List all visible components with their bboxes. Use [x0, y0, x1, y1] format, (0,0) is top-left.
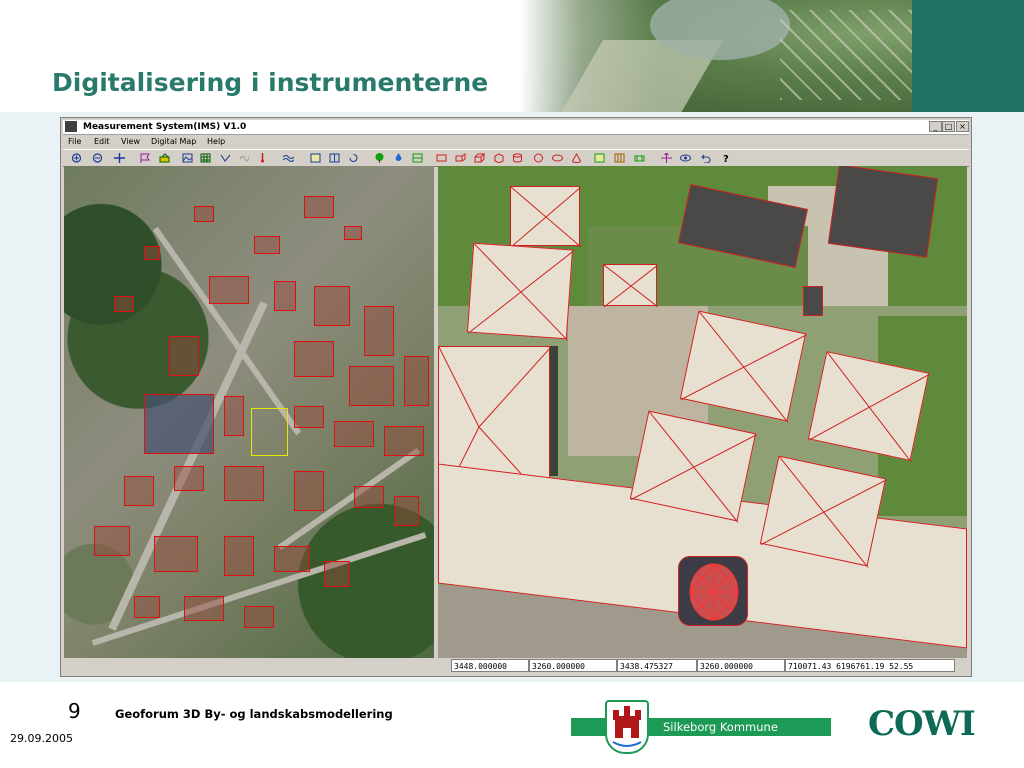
status-world-coordinates: 710071.43 6196761.19 52.55 — [785, 659, 955, 672]
toolbar: ? — [63, 149, 969, 167]
marker-icon[interactable] — [257, 153, 268, 163]
slide-title: Digitalisering i instrumenterne — [52, 68, 489, 97]
pyramid-roof — [466, 242, 574, 341]
menu-view[interactable]: View — [121, 135, 140, 148]
app-icon — [65, 121, 77, 132]
box-icon[interactable] — [455, 153, 466, 163]
kommune-name: Silkeborg Kommune — [663, 720, 778, 734]
wave-icon[interactable] — [283, 153, 294, 163]
menubar: File Edit View Digital Map Help — [63, 135, 969, 148]
box3d-icon[interactable] — [474, 153, 485, 163]
flag-icon[interactable] — [140, 153, 151, 163]
svg-text:?: ? — [723, 154, 729, 163]
menu-edit[interactable]: Edit — [94, 135, 110, 148]
status-left-y: 3260.000000 — [529, 659, 617, 672]
building-roof-dark — [827, 166, 939, 258]
rectangle-icon[interactable] — [436, 153, 447, 163]
menu-digital-map[interactable]: Digital Map — [151, 135, 196, 148]
silkeborg-kommune-logo: Silkeborg Kommune — [571, 700, 831, 754]
layer-icon[interactable] — [159, 153, 170, 163]
maximize-button[interactable]: □ — [942, 121, 955, 132]
image-icon[interactable] — [182, 153, 193, 163]
overview-aerial-map[interactable] — [64, 166, 434, 658]
detail-aerial-map[interactable] — [438, 166, 967, 658]
pyramid-roof — [510, 186, 581, 247]
status-bar: 3448.000000 3260.000000 3438.475327 3260… — [63, 659, 969, 673]
page-number: 9 — [68, 699, 81, 723]
ellipse-icon[interactable] — [552, 153, 563, 163]
coat-of-arms-icon — [605, 700, 649, 754]
wall-icon[interactable] — [634, 153, 645, 163]
cone-icon[interactable] — [571, 153, 582, 163]
grid-icon[interactable] — [200, 153, 211, 163]
undo-icon[interactable] — [700, 153, 711, 163]
polyline-icon[interactable] — [220, 153, 231, 163]
footer-date: 29.09.2005 — [10, 732, 73, 745]
minimize-button[interactable]: _ — [929, 121, 942, 132]
ims-application-window: Measurement System(IMS) V1.0 _ □ × File … — [60, 117, 972, 677]
pan-icon[interactable] — [114, 153, 125, 163]
rotate-icon[interactable] — [348, 153, 359, 163]
plane-icon[interactable] — [594, 153, 605, 163]
status-right-y: 3260.000000 — [697, 659, 785, 672]
move-icon[interactable] — [661, 153, 672, 163]
cube-icon[interactable] — [493, 153, 504, 163]
window-title: Measurement System(IMS) V1.0 — [83, 122, 247, 132]
menu-file[interactable]: File — [68, 135, 81, 148]
column-icon[interactable] — [614, 153, 625, 163]
frame-icon[interactable] — [310, 153, 321, 163]
slide-header: Digitalisering i instrumenterne — [0, 0, 1024, 112]
building-roof-dark — [803, 286, 823, 316]
zoom-out-icon[interactable] — [92, 153, 103, 163]
drop-icon[interactable] — [393, 153, 404, 163]
map-selection-rectangle[interactable] — [251, 408, 288, 456]
window-titlebar[interactable]: Measurement System(IMS) V1.0 _ □ × — [63, 120, 969, 135]
header-accent-block — [912, 0, 1024, 112]
tree-icon[interactable] — [374, 153, 385, 163]
cylinder-icon[interactable] — [512, 153, 523, 163]
zoom-in-icon[interactable] — [71, 153, 82, 163]
overlay-icon[interactable] — [412, 153, 423, 163]
eye-icon[interactable] — [680, 153, 691, 163]
split-icon[interactable] — [329, 153, 340, 163]
pyramid-roof — [603, 264, 658, 307]
status-right-x: 3438.475327 — [617, 659, 697, 672]
close-button[interactable]: × — [956, 121, 969, 132]
dome-roof — [678, 556, 748, 626]
curve-icon[interactable] — [239, 153, 250, 163]
footer-title: Geoforum 3D By- og landskabsmodellering — [115, 707, 393, 721]
cowi-logo: COWI — [868, 704, 976, 744]
status-left-x: 3448.000000 — [451, 659, 529, 672]
menu-help[interactable]: Help — [207, 135, 225, 148]
circle-icon[interactable] — [533, 153, 544, 163]
help-icon[interactable]: ? — [721, 153, 732, 163]
